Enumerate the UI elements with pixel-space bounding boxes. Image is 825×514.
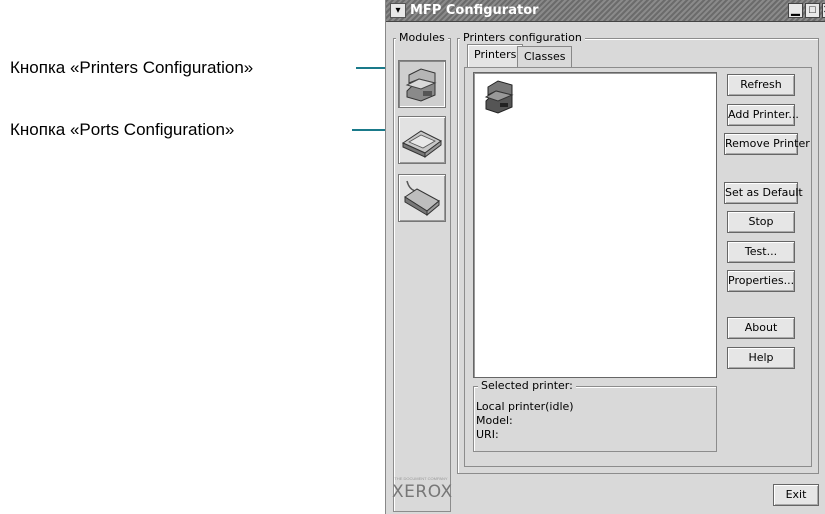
callout-printers-configuration: Кнопка «Printers Configuration»: [10, 58, 254, 77]
test-button[interactable]: Test...: [727, 241, 795, 263]
remove-printer-button[interactable]: Remove Printer: [724, 133, 810, 155]
printer-module-icon: [405, 68, 437, 102]
printer-list-item[interactable]: [480, 77, 520, 117]
selected-printer-status: Local printer(idle): [476, 400, 574, 413]
selected-printer-uri: URI:: [476, 428, 499, 441]
ports-configuration-button[interactable]: [398, 116, 446, 164]
title-bar[interactable]: ▾ MFP Configurator ▁ □ ✕: [386, 0, 825, 22]
set-as-default-button[interactable]: Set as Default: [724, 182, 803, 204]
scanner-module-icon: [401, 130, 442, 158]
window-menu-icon[interactable]: ▾: [390, 3, 406, 18]
about-button[interactable]: About: [727, 317, 795, 339]
properties-button[interactable]: Properties...: [727, 270, 795, 292]
tab-printers[interactable]: Printers: [467, 44, 524, 68]
printer-list[interactable]: [473, 72, 717, 378]
maximize-icon[interactable]: □: [805, 3, 820, 18]
printers-configuration-button[interactable]: [398, 60, 446, 108]
help-button[interactable]: Help: [727, 347, 795, 369]
xerox-tagline: THE DOCUMENT COMPANY: [394, 476, 448, 481]
refresh-button[interactable]: Refresh: [727, 74, 795, 96]
selected-printer-model: Model:: [476, 414, 513, 427]
callout-ports-configuration: Кнопка «Ports Configuration»: [10, 120, 235, 139]
port-settings-button[interactable]: [398, 174, 446, 222]
printers-configuration-label: Printers configuration: [460, 31, 585, 44]
tab-classes[interactable]: Classes: [517, 46, 573, 68]
port-connector-icon: [404, 180, 440, 217]
selected-printer-label: Selected printer:: [478, 379, 576, 392]
exit-button[interactable]: Exit: [773, 484, 819, 506]
printer-icon: [484, 80, 514, 114]
modules-label: Modules: [396, 31, 448, 44]
minimize-icon[interactable]: ▁: [788, 3, 803, 18]
add-printer-button[interactable]: Add Printer...: [727, 104, 799, 126]
window-title: MFP Configurator: [410, 3, 539, 18]
xerox-logo: XEROX: [392, 482, 453, 502]
stop-button[interactable]: Stop: [727, 211, 795, 233]
modules-group: [393, 38, 451, 512]
